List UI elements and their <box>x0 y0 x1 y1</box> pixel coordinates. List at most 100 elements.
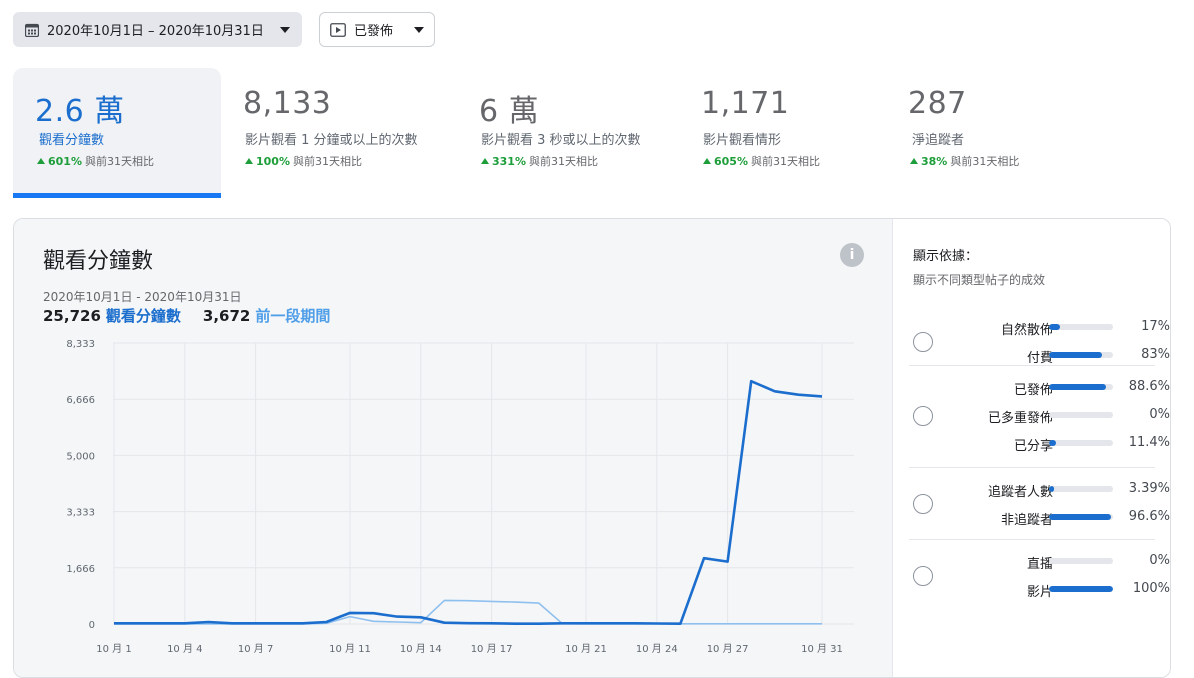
metric-change: 100% <box>256 154 290 168</box>
breakdown-row-label: 已多重發佈 <box>987 411 1053 426</box>
metric-tab-1min-views[interactable]: 8,133 影片觀看 1 分鐘或以上的次數 100% 與前31天相比 <box>221 68 457 198</box>
breakdown-bar-fill <box>1049 324 1060 330</box>
breakdown-divider <box>909 539 1155 540</box>
breakdown-bar-fill <box>1049 384 1106 390</box>
breakdown-row-label: 自然散佈 <box>1000 323 1053 338</box>
x-tick-label: 10 月 24 <box>636 643 678 655</box>
breakdown-row-value: 17% <box>1141 319 1170 334</box>
metric-tab-minutes-viewed[interactable]: 2.6 萬 觀看分鐘數 601% 與前31天相比 <box>13 68 221 198</box>
line-chart: 8,333 6,666 5,000 3,333 1,666 0 10 月 1 10 月 4 10… <box>66 339 854 655</box>
breakdown-group: 自然散佈 17% 付費 83% <box>909 315 1170 371</box>
breakdown-bar <box>1049 384 1113 390</box>
metric-comparison: 605% 與前31天相比 <box>703 153 820 169</box>
metric-tab-net-followers[interactable]: 287 淨追蹤者 38% 與前31天相比 <box>886 68 1086 198</box>
arrow-up-icon <box>481 158 489 164</box>
metric-tab-3sec-views[interactable]: 6 萬 影片觀看 3 秒或以上的次數 331% 與前31天相比 <box>457 68 679 198</box>
breakdown-bar <box>1049 440 1113 446</box>
metric-comparison: 331% 與前31天相比 <box>481 153 598 169</box>
breakdown-row-value: 100% <box>1132 581 1170 596</box>
breakdown-row: 已多重發佈 0% <box>909 407 1170 427</box>
breakdown-row-value: 83% <box>1141 347 1170 362</box>
breakdown-row-value: 0% <box>1149 553 1170 568</box>
status-label: 已發佈 <box>354 24 394 39</box>
breakdown-row: 已分享 11.4% <box>909 435 1170 455</box>
metric-comparison: 601% 與前31天相比 <box>37 153 154 169</box>
breakdown-group: 已發佈 88.6% 已多重發佈 0% 已分享 11.4% <box>909 375 1170 459</box>
breakdown-row: 追蹤者人數 3.39% <box>909 481 1170 501</box>
series-line-previous <box>114 599 822 625</box>
breakdown-bar <box>1049 586 1113 592</box>
breakdown-bar-fill <box>1049 440 1057 446</box>
caret-down-icon <box>280 26 290 33</box>
breakdown-group: 追蹤者人數 3.39% 非追蹤者 96.6% <box>909 477 1170 533</box>
x-tick-label: 10 月 17 <box>471 643 513 655</box>
chart-card: 觀看分鐘數 i 2020年10月1日 - 2020年10月31日 25,726 觀… <box>13 218 1171 678</box>
metric-compare-text: 與前31天相比 <box>528 155 598 168</box>
x-tick-label: 10 月 1 <box>96 643 131 655</box>
metric-comparison: 38% 與前31天相比 <box>910 153 1019 169</box>
metric-label: 影片觀看 1 分鐘或以上的次數 <box>245 133 418 148</box>
breakdown-row-value: 88.6% <box>1128 379 1170 394</box>
metric-change: 331% <box>492 154 526 168</box>
arrow-up-icon <box>910 158 918 164</box>
breakdown-row-label: 非追蹤者 <box>1000 513 1053 528</box>
breakdown-divider <box>909 467 1155 468</box>
breakdown-row: 自然散佈 17% <box>909 319 1170 339</box>
arrow-up-icon <box>703 158 711 164</box>
metric-compare-text: 與前31天相比 <box>750 155 820 168</box>
metric-tab-video-views[interactable]: 1,171 影片觀看情形 605% 與前31天相比 <box>679 68 886 198</box>
y-tick-label: 8,333 <box>66 339 95 350</box>
breakdown-bar <box>1049 514 1113 520</box>
caret-down-icon <box>414 26 424 33</box>
status-filter[interactable]: 已發佈 <box>319 12 435 47</box>
breakdown-panel: 顯示依據： 顯示不同類型帖子的成效 自然散佈 17% 付費 83% 已發佈 88.6% 已多… <box>892 219 1170 677</box>
breakdown-row: 非追蹤者 96.6% <box>909 509 1170 529</box>
x-tick-label: 10 月 31 <box>801 643 843 655</box>
metric-label: 影片觀看 3 秒或以上的次數 <box>481 133 641 148</box>
x-tick-label: 10 月 14 <box>400 643 442 655</box>
metric-label: 觀看分鐘數 <box>39 133 105 148</box>
breakdown-bar-fill <box>1049 486 1054 492</box>
breakdown-row-label: 追蹤者人數 <box>987 485 1053 500</box>
calendar-icon <box>25 23 39 37</box>
breakdown-row-label: 已發佈 <box>1013 383 1053 398</box>
metric-change: 38% <box>921 154 948 168</box>
metric-value: 2.6 萬 <box>35 94 125 129</box>
x-tick-label: 10 月 27 <box>707 643 749 655</box>
breakdown-bar <box>1049 412 1113 418</box>
metric-compare-text: 與前31天相比 <box>950 155 1020 168</box>
breakdown-bar <box>1049 324 1113 330</box>
video-play-icon <box>330 22 346 37</box>
breakdown-bar-fill <box>1049 586 1113 592</box>
metric-compare-text: 與前31天相比 <box>84 155 154 168</box>
breakdown-row-value: 0% <box>1149 407 1170 422</box>
chart-panel: 觀看分鐘數 i 2020年10月1日 - 2020年10月31日 25,726 觀… <box>14 219 892 677</box>
y-tick-label: 1,666 <box>66 564 95 575</box>
x-tick-label: 10 月 4 <box>167 643 202 655</box>
metric-value: 8,133 <box>243 86 332 121</box>
breakdown-row-value: 96.6% <box>1128 509 1170 524</box>
date-range-label: 2020年10月1日 – 2020年10月31日 <box>47 24 264 39</box>
breakdown-title: 顯示依據： <box>913 249 979 264</box>
metric-label: 影片觀看情形 <box>703 133 782 148</box>
breakdown-divider <box>909 365 1155 366</box>
breakdown-row-value: 11.4% <box>1128 435 1170 450</box>
metric-change: 605% <box>714 154 748 168</box>
x-tick-label: 10 月 11 <box>329 643 371 655</box>
date-range-filter[interactable]: 2020年10月1日 – 2020年10月31日 <box>13 12 302 47</box>
arrow-up-icon <box>245 158 253 164</box>
metric-value: 6 萬 <box>479 94 540 129</box>
arrow-up-icon <box>37 158 45 164</box>
x-tick-label: 10 月 7 <box>238 643 273 655</box>
breakdown-row: 直播 0% <box>909 553 1170 573</box>
breakdown-row: 付費 83% <box>909 347 1170 367</box>
x-tick-label: 10 月 21 <box>565 643 607 655</box>
breakdown-row-value: 3.39% <box>1128 481 1170 496</box>
breakdown-row-label: 已分享 <box>1013 439 1053 454</box>
y-tick-label: 3,333 <box>66 508 95 519</box>
y-tick-label: 5,000 <box>66 451 95 462</box>
breakdown-bar <box>1049 558 1113 564</box>
metric-change: 601% <box>48 154 82 168</box>
series-line-current <box>114 379 823 626</box>
breakdown-subtitle: 顯示不同類型帖子的成效 <box>913 273 1046 287</box>
